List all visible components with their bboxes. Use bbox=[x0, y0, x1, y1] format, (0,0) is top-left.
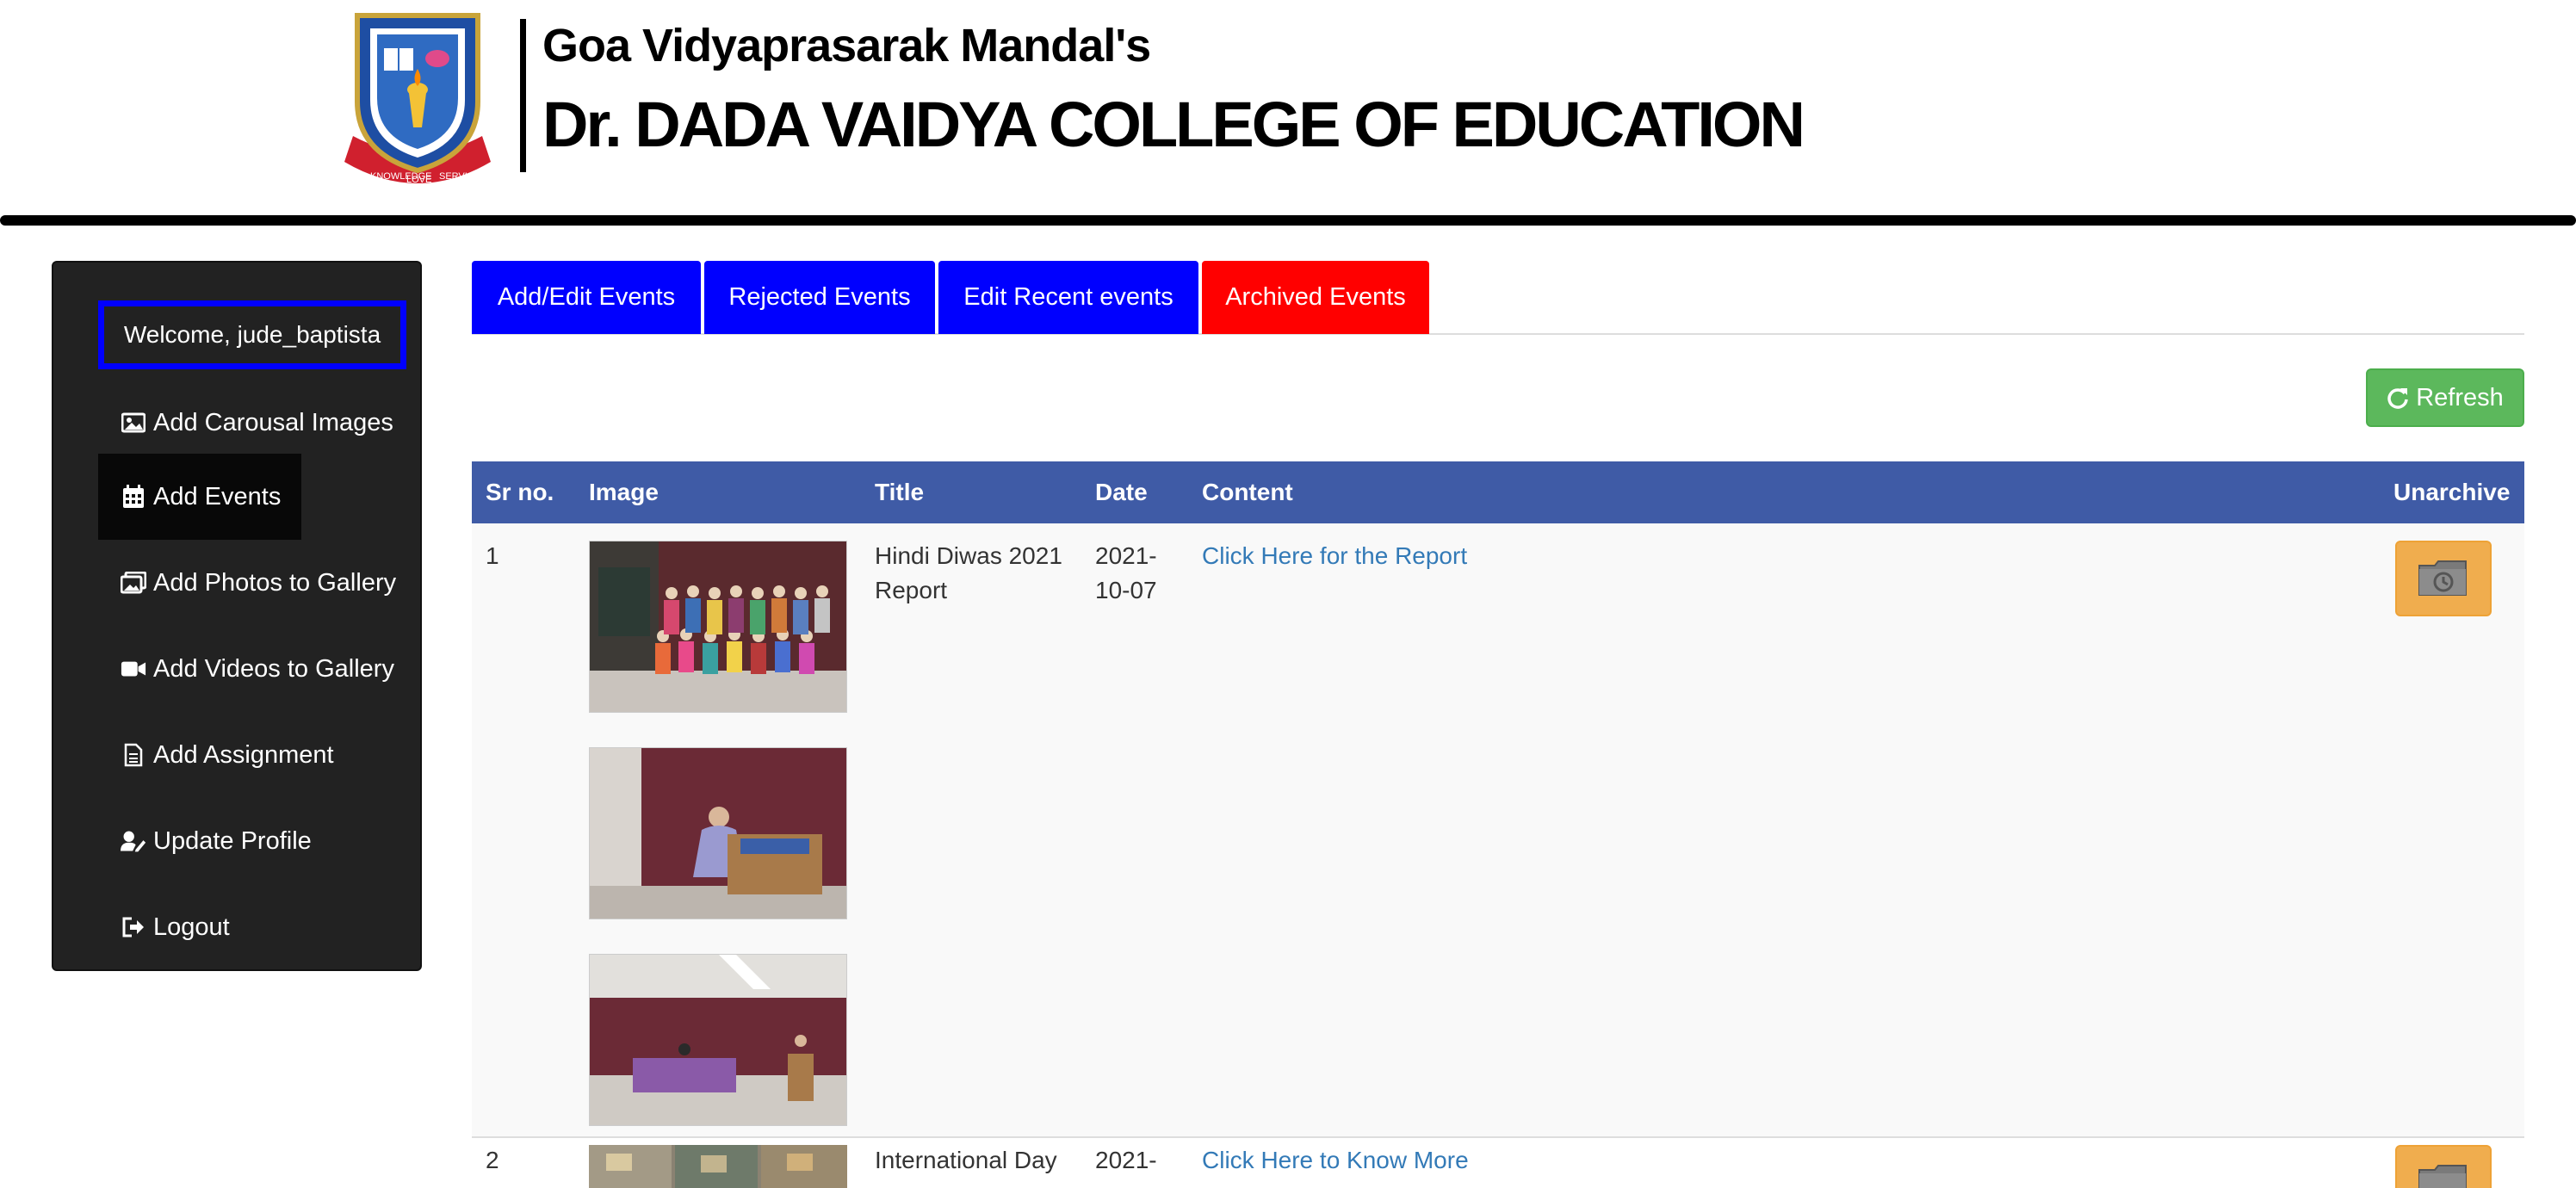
refresh-button[interactable]: Refresh bbox=[2366, 368, 2524, 427]
column-header: Date bbox=[1095, 479, 1148, 505]
header-title: Dr. DADA VAIDYA COLLEGE OF EDUCATION bbox=[542, 89, 1805, 160]
tab-edit-recent-events[interactable]: Edit Recent events bbox=[938, 261, 1198, 334]
user-edit-icon bbox=[121, 828, 146, 854]
college-logo: KNOWLEDGE LOVE SERVICE bbox=[344, 13, 491, 184]
event-content-link[interactable]: Click Here for the Report bbox=[1202, 539, 1467, 573]
sidebar: Welcome, jude_baptista Add Carousal Imag… bbox=[52, 261, 422, 971]
svg-text:LOVE: LOVE bbox=[406, 175, 431, 184]
sidebar-item-add-events[interactable]: Add Events bbox=[98, 454, 301, 540]
table-row: 1 Hindi Diwas 2021 Report 2021-10-07 Cli… bbox=[472, 523, 2524, 1138]
event-image[interactable] bbox=[589, 747, 847, 919]
sidebar-item-label: Update Profile bbox=[153, 826, 312, 855]
folder-clock-icon bbox=[2418, 560, 2467, 596]
event-date: 2021-10-07 bbox=[1095, 542, 1157, 603]
sidebar-item-add-assignment[interactable]: Add Assignment bbox=[98, 712, 422, 798]
event-image[interactable] bbox=[589, 541, 847, 713]
sidebar-item-add-carousal-images[interactable]: Add Carousal Images bbox=[98, 380, 422, 466]
header-divider bbox=[520, 19, 526, 172]
row-sr-number: 2 bbox=[486, 1147, 499, 1173]
column-header: Image bbox=[589, 479, 659, 505]
image-icon bbox=[121, 410, 146, 436]
header-rule bbox=[0, 215, 2576, 226]
sidebar-item-label: Add Videos to Gallery bbox=[153, 654, 394, 683]
archived-events-table: Sr no. Image Title Date Content Unarchiv… bbox=[472, 461, 2524, 1188]
table-row: 2 International Day 2021- Click Here to … bbox=[472, 1140, 2524, 1188]
svg-text:SERVICE: SERVICE bbox=[439, 171, 480, 182]
column-header: Unarchive bbox=[2393, 479, 2511, 505]
sidebar-item-add-videos-to-gallery[interactable]: Add Videos to Gallery bbox=[98, 626, 422, 712]
sidebar-item-label: Logout bbox=[153, 913, 230, 941]
refresh-label: Refresh bbox=[2416, 383, 2504, 411]
sidebar-item-add-photos-to-gallery[interactable]: Add Photos to Gallery bbox=[98, 540, 422, 626]
event-date: 2021- bbox=[1095, 1147, 1157, 1173]
calendar-icon bbox=[121, 484, 146, 510]
sidebar-item-logout[interactable]: Logout bbox=[98, 884, 422, 970]
event-tabs: Add/Edit Events Rejected Events Edit Rec… bbox=[472, 261, 2524, 335]
unarchive-button[interactable] bbox=[2395, 541, 2492, 616]
column-header: Sr no. bbox=[486, 479, 554, 505]
sidebar-item-label: Add Assignment bbox=[153, 740, 334, 769]
event-title: Hindi Diwas 2021 Report bbox=[875, 542, 1062, 603]
refresh-icon bbox=[2387, 388, 2408, 409]
column-header: Title bbox=[875, 479, 925, 505]
row-sr-number: 1 bbox=[486, 542, 499, 569]
event-content-link[interactable]: Click Here to Know More bbox=[1202, 1143, 1469, 1178]
event-title: International Day bbox=[875, 1147, 1057, 1173]
video-icon bbox=[121, 656, 146, 682]
images-icon bbox=[121, 570, 146, 596]
tab-add-edit-events[interactable]: Add/Edit Events bbox=[472, 261, 701, 334]
sign-out-icon bbox=[121, 914, 146, 940]
sidebar-item-update-profile[interactable]: Update Profile bbox=[98, 798, 422, 884]
table-header: Sr no. Image Title Date Content Unarchiv… bbox=[472, 461, 2524, 523]
tab-archived-events[interactable]: Archived Events bbox=[1202, 261, 1429, 334]
sidebar-item-label: Add Events bbox=[153, 482, 282, 510]
sidebar-item-label: Add Photos to Gallery bbox=[153, 568, 397, 597]
site-header: KNOWLEDGE LOVE SERVICE Goa Vidyaprasarak… bbox=[0, 0, 2576, 226]
tab-rejected-events[interactable]: Rejected Events bbox=[704, 261, 935, 334]
header-subtitle: Goa Vidyaprasarak Mandal's bbox=[542, 20, 1151, 71]
file-text-icon bbox=[121, 742, 146, 768]
event-image[interactable] bbox=[589, 954, 847, 1126]
event-image[interactable] bbox=[589, 1145, 847, 1188]
folder-clock-icon bbox=[2418, 1165, 2467, 1188]
sidebar-item-label: Add Carousal Images bbox=[153, 408, 393, 436]
column-header: Content bbox=[1202, 479, 1293, 505]
unarchive-button[interactable] bbox=[2395, 1145, 2492, 1188]
welcome-badge: Welcome, jude_baptista bbox=[98, 300, 406, 369]
